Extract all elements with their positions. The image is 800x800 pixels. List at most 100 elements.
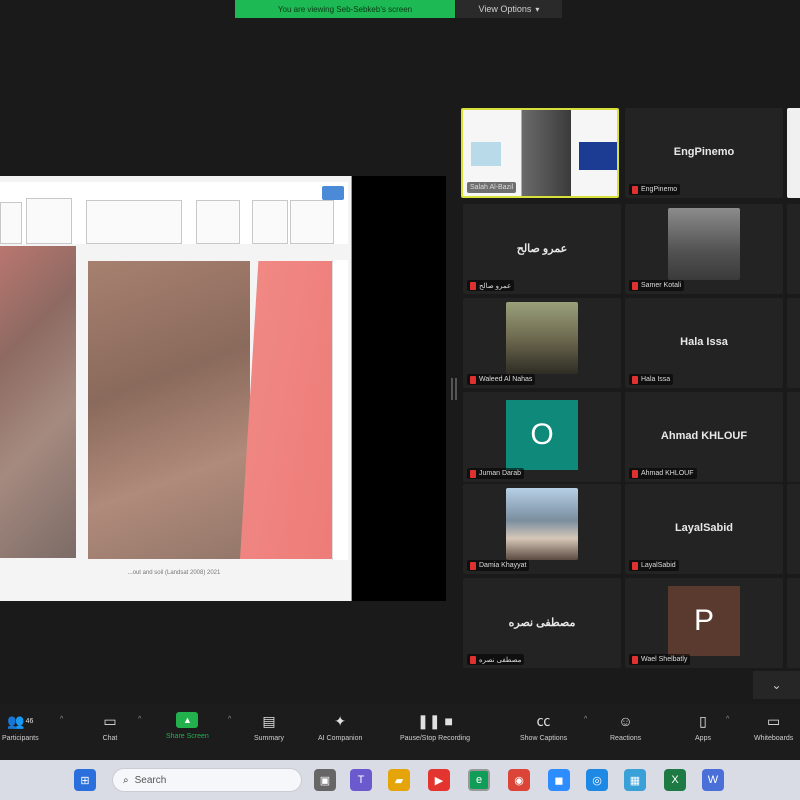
- participant-name-label: عمرو صالح: [467, 280, 515, 291]
- shared-slide: ...out and soil (Landsat 2008) 2021: [0, 176, 352, 601]
- share-screen-icon: ▲: [176, 712, 199, 728]
- participant-avatar: P: [668, 586, 740, 656]
- word-icon[interactable]: W: [702, 769, 724, 791]
- slide-legend-card: [0, 202, 22, 244]
- chat-button[interactable]: ▭ Chat: [100, 712, 120, 756]
- task-view-icon[interactable]: ▣: [314, 769, 336, 791]
- participant-name-label: Samer Kotali: [629, 280, 685, 291]
- participant-tile-partial[interactable]: [787, 392, 800, 482]
- participant-tile[interactable]: Waleed Al Nahas: [463, 298, 621, 388]
- chevron-down-icon: ⌄: [771, 678, 782, 692]
- participant-name-label: Juman Darab: [467, 468, 525, 479]
- taskbar-search-box[interactable]: ⌕ Search: [112, 768, 302, 792]
- participant-tile-partial[interactable]: [787, 484, 800, 574]
- participant-name-label: LayalSabid: [629, 560, 679, 571]
- participant-tile[interactable]: O Juman Darab: [463, 392, 621, 482]
- participant-avatar: O: [506, 400, 578, 470]
- whiteboard-icon: ▭: [767, 712, 781, 729]
- pause-stop-icon: ❚❚ ■: [417, 712, 453, 729]
- participant-tile-partial[interactable]: [787, 108, 800, 198]
- video-app-icon[interactable]: ▶: [428, 769, 450, 791]
- participants-icon: 👥 46: [7, 712, 34, 729]
- participant-display-name: مصطفى نصره: [508, 617, 576, 629]
- whiteboards-button[interactable]: ▭ Whiteboards: [754, 712, 793, 756]
- chevron-up-icon[interactable]: ^: [138, 716, 141, 723]
- participant-name-label: Salah Al-Bazil: [467, 182, 517, 193]
- slide-legend-card: [196, 200, 240, 244]
- mic-muted-icon: [632, 655, 638, 664]
- zoom-icon[interactable]: ◼: [548, 769, 570, 791]
- mic-muted-icon: [470, 469, 476, 478]
- participant-photo: [668, 208, 740, 280]
- participant-display-name: Hala Issa: [680, 336, 728, 348]
- participant-tile[interactable]: Damia Khayyat: [463, 484, 621, 574]
- photos-icon[interactable]: ▦: [624, 769, 646, 791]
- slide-corner-logo: [322, 186, 344, 200]
- chevron-down-icon: ▾: [535, 4, 540, 14]
- satellite-map-middle: [88, 261, 250, 559]
- participant-tile[interactable]: Hala Issa Hala Issa: [625, 298, 783, 388]
- slide-scale-strip: [332, 260, 348, 560]
- browser-icon[interactable]: ◎: [586, 769, 608, 791]
- reactions-button[interactable]: ☺ Reactions: [610, 712, 641, 756]
- meeting-toolbar: 👥 46 Participants ^ ▭ Chat ^ ▲ Share Scre…: [0, 704, 800, 760]
- slide-caption: ...out and soil (Landsat 2008) 2021: [127, 570, 221, 576]
- ai-companion-button[interactable]: ✦ AI Companion: [318, 712, 362, 756]
- recording-button[interactable]: ❚❚ ■ Pause/Stop Recording: [400, 712, 470, 756]
- participant-tile-partial[interactable]: [787, 204, 800, 294]
- slide-legend-card: [252, 200, 288, 244]
- captions-icon: ㏄: [536, 713, 551, 729]
- participant-display-name: LayalSabid: [674, 522, 734, 534]
- chevron-up-icon[interactable]: ^: [584, 716, 587, 723]
- summary-button[interactable]: ▤ Summary: [254, 712, 284, 756]
- participant-tile-partial[interactable]: [787, 298, 800, 388]
- participant-name-label: Wael Shelbatly: [629, 654, 691, 665]
- participant-tile[interactable]: EngPinemo EngPinemo: [625, 108, 783, 198]
- edge-browser-icon[interactable]: e: [468, 769, 490, 791]
- chevron-up-icon[interactable]: ^: [60, 716, 63, 723]
- zoom-meeting-window: You are viewing Seb-Sebkeb's screen View…: [0, 0, 800, 800]
- participant-name-label: EngPinemo: [629, 184, 681, 195]
- participant-tile[interactable]: LayalSabid LayalSabid: [625, 484, 783, 574]
- excel-icon[interactable]: X: [664, 769, 686, 791]
- participant-tile[interactable]: Samer Kotali: [625, 204, 783, 294]
- participant-tile-partial[interactable]: [787, 578, 800, 668]
- teams-icon[interactable]: T: [350, 769, 372, 791]
- participant-tile[interactable]: Ahmad KHLOUF Ahmad KHLOUF: [625, 392, 783, 482]
- reactions-icon: ☺: [618, 713, 633, 729]
- windows-start-icon[interactable]: ⊞: [74, 769, 96, 791]
- participant-name-label: Damia Khayyat: [467, 560, 530, 571]
- satellite-map-left: [0, 246, 76, 558]
- participant-name-label: Ahmad KHLOUF: [629, 468, 697, 479]
- participant-display-name: عمرو صالح: [516, 243, 568, 255]
- participant-tile-active-speaker[interactable]: Salah Al-Bazil: [461, 108, 619, 198]
- apps-button[interactable]: ▯ Apps: [693, 712, 713, 756]
- split-view-grip[interactable]: [451, 378, 457, 400]
- mic-muted-icon: [470, 561, 476, 570]
- apps-icon: ▯: [699, 712, 707, 729]
- participant-tile[interactable]: P Wael Shelbatly: [625, 578, 783, 668]
- mic-muted-icon: [470, 655, 476, 664]
- participant-photo: [506, 488, 578, 560]
- participant-tile[interactable]: مصطفى نصره مصطفى نصره: [463, 578, 621, 668]
- chat-icon: ▭: [103, 712, 117, 729]
- participant-name-label: مصطفى نصره: [467, 654, 525, 665]
- view-options-button[interactable]: View Options ▾: [456, 0, 562, 18]
- share-screen-button[interactable]: ▲ Share Screen: [166, 712, 209, 756]
- gallery-next-page-button[interactable]: ⌄: [753, 671, 800, 699]
- participant-tile[interactable]: عمرو صالح عمرو صالح: [463, 204, 621, 294]
- windows-taskbar: ⊞ ⌕ Search ▣ T ▰ ▶ e ◉ ◼ ◎ ▦ X W: [0, 760, 800, 800]
- captions-button[interactable]: ㏄ Show Captions: [520, 712, 567, 756]
- file-explorer-icon[interactable]: ▰: [388, 769, 410, 791]
- slide-thumbnail-map: [290, 200, 334, 244]
- chrome-icon[interactable]: ◉: [508, 769, 530, 791]
- chevron-up-icon[interactable]: ^: [726, 716, 729, 723]
- slide-info-card: [86, 200, 182, 244]
- mic-muted-icon: [632, 281, 638, 290]
- participant-name-label: Waleed Al Nahas: [467, 374, 536, 385]
- screen-share-banner-text: You are viewing Seb-Sebkeb's screen: [277, 4, 413, 14]
- mic-muted-icon: [632, 469, 638, 478]
- search-icon: ⌕: [123, 774, 129, 786]
- participants-button[interactable]: 👥 46 Participants: [2, 712, 39, 756]
- chevron-up-icon[interactable]: ^: [228, 716, 231, 723]
